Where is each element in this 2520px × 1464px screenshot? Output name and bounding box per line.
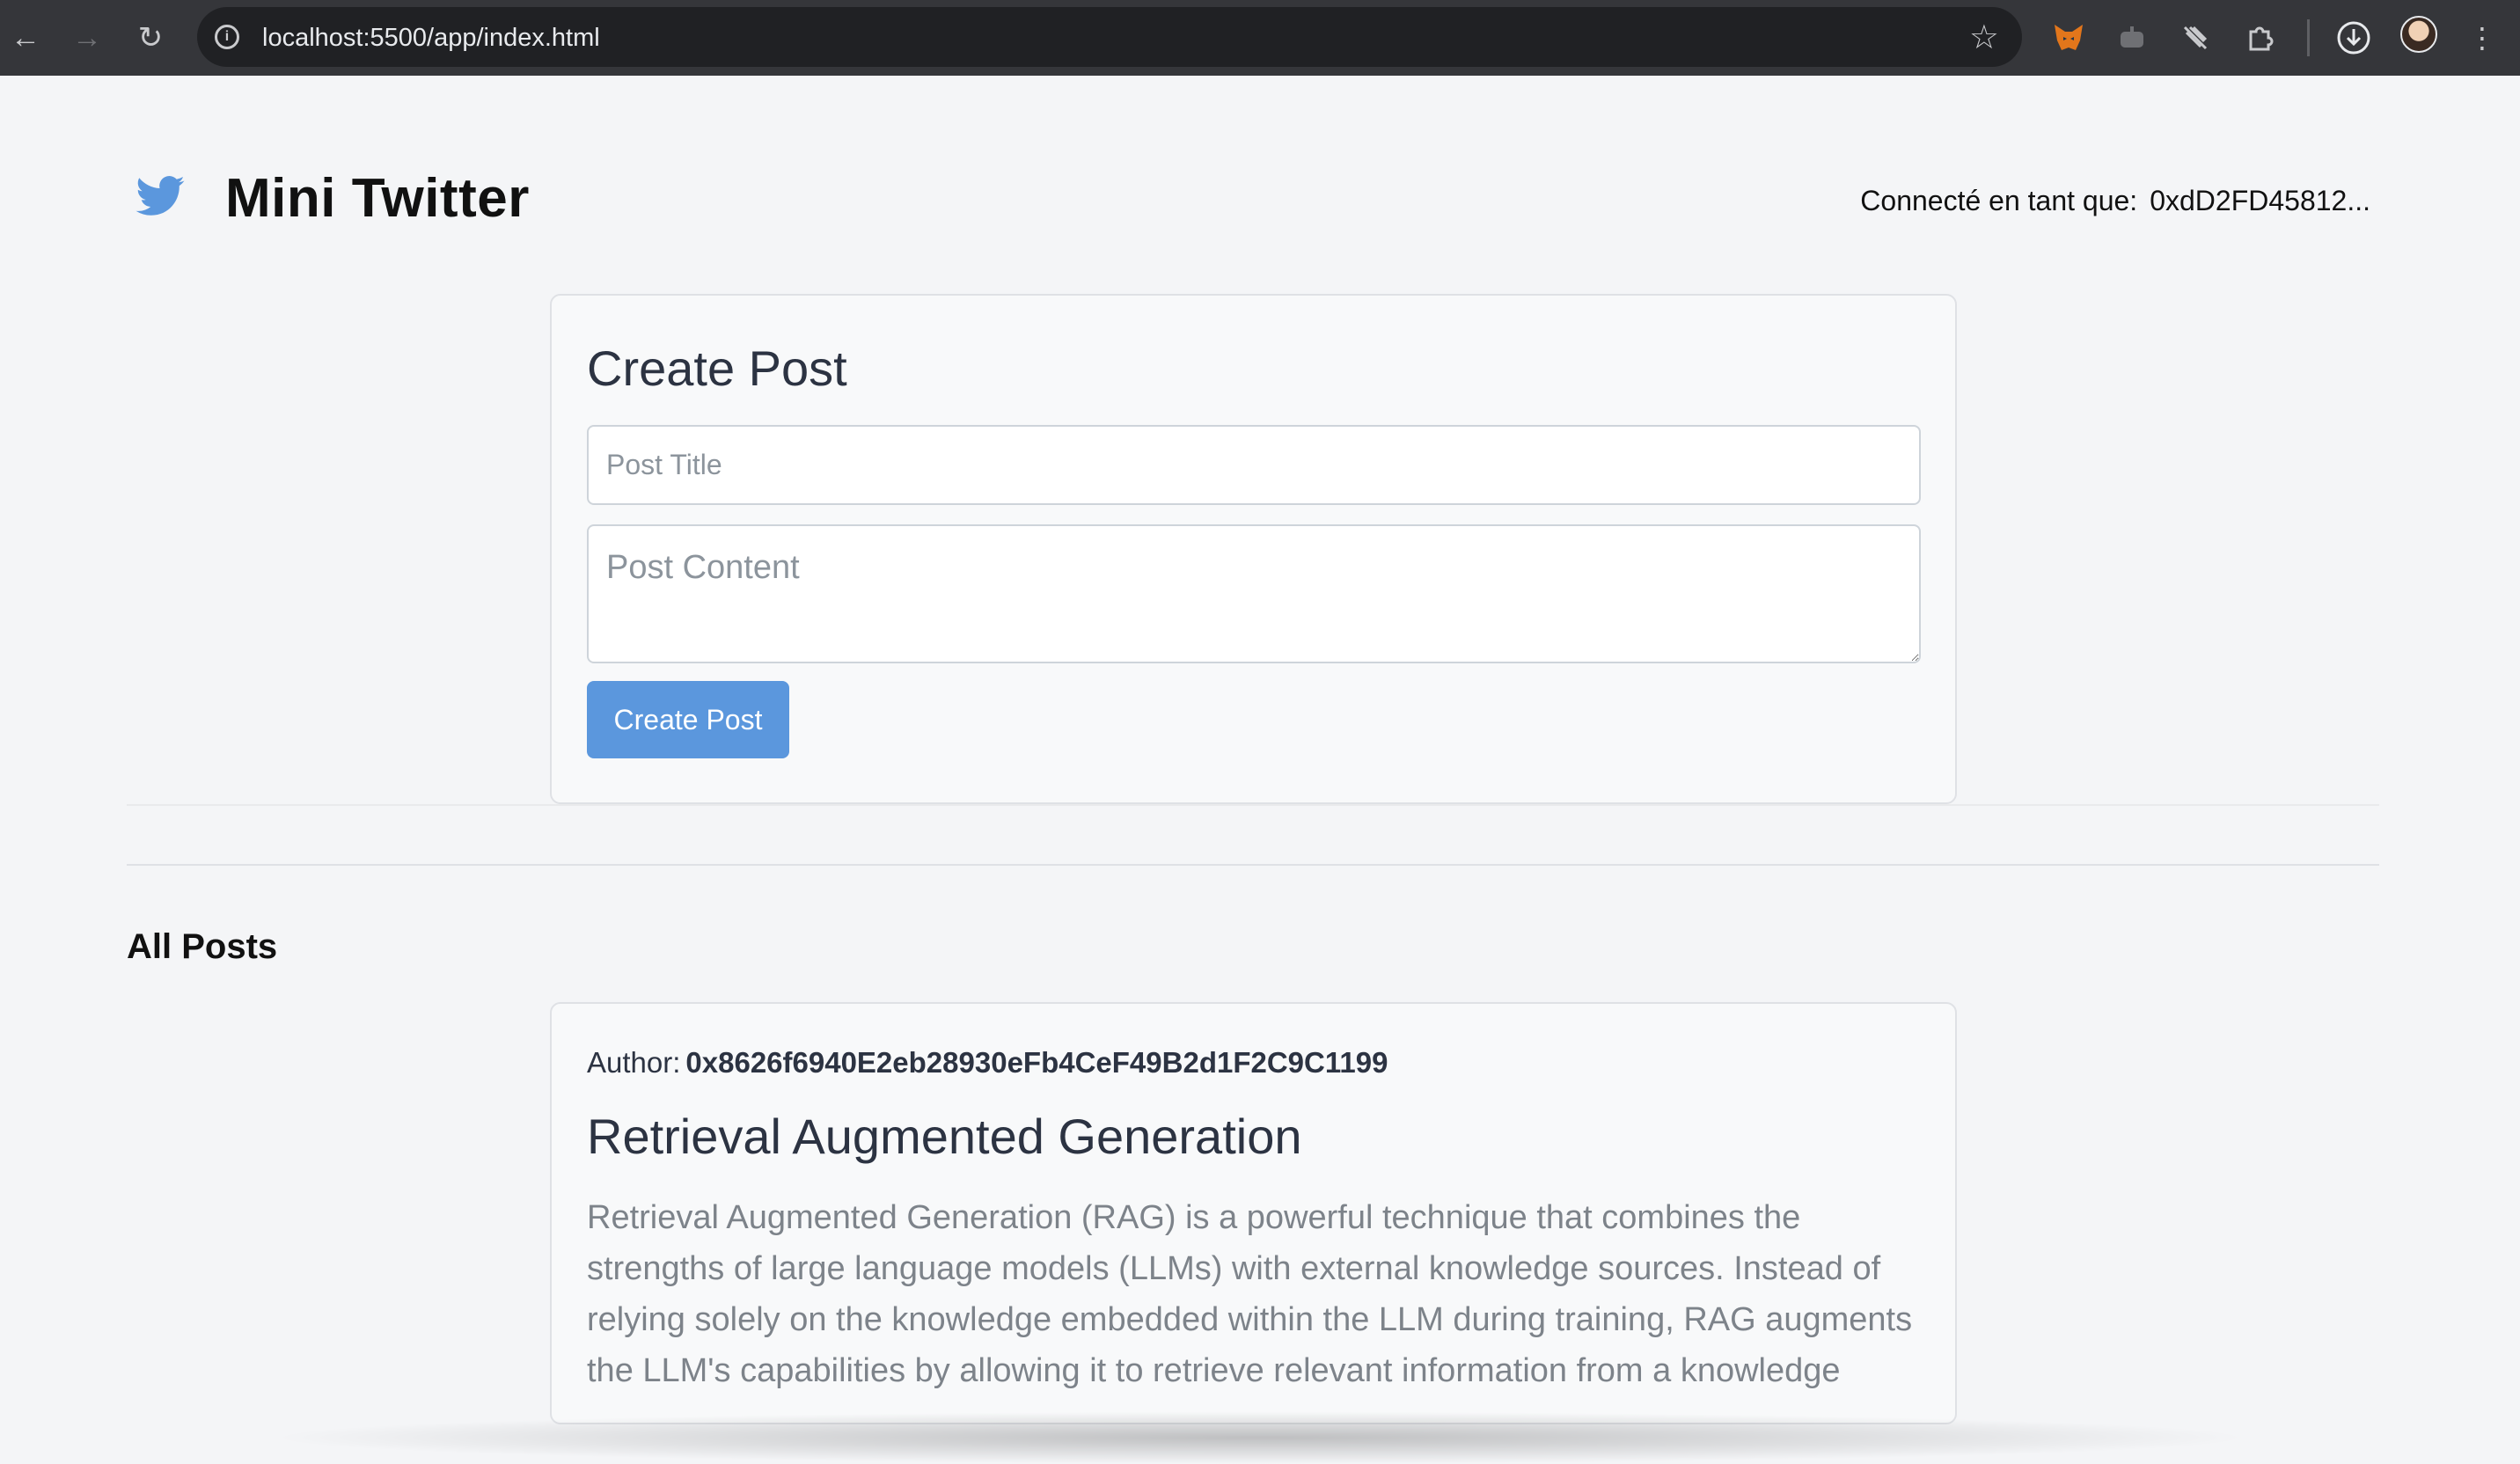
post-card: Author: 0x8626f6940E2eb28930eFb4CeF49B2d1… bbox=[550, 1002, 1957, 1424]
post-body: Retrieval Augmented Generation (RAG) is … bbox=[587, 1199, 1913, 1389]
connected-account: Connecté en tant que: 0xdD2FD45812... bbox=[1860, 185, 2370, 217]
metamask-fox-icon[interactable] bbox=[2047, 16, 2091, 60]
divider bbox=[127, 804, 2379, 806]
bookmark-star-icon[interactable]: ☆ bbox=[1969, 18, 1999, 57]
extension-bolt-icon[interactable] bbox=[2173, 16, 2217, 60]
post-author: Author: 0x8626f6940E2eb28930eFb4CeF49B2d1… bbox=[587, 1046, 1388, 1080]
app-title: Mini Twitter bbox=[225, 168, 530, 229]
extensions-puzzle-icon[interactable] bbox=[2238, 16, 2282, 60]
toolbar-divider bbox=[2307, 19, 2310, 56]
post-author-label: Author: bbox=[587, 1046, 681, 1079]
forward-arrow-icon[interactable]: → bbox=[65, 16, 109, 60]
post-title: Retrieval Augmented Generation bbox=[587, 1109, 1302, 1164]
connected-address: 0xdD2FD45812... bbox=[2150, 185, 2370, 216]
extension-robot-icon[interactable] bbox=[2110, 16, 2154, 60]
create-post-heading: Create Post bbox=[587, 340, 847, 396]
create-post-button[interactable]: Create Post bbox=[587, 681, 789, 758]
post-content-textarea[interactable] bbox=[587, 524, 1921, 663]
profile-avatar[interactable] bbox=[2400, 16, 2437, 53]
connected-label: Connecté en tant que: bbox=[1860, 185, 2138, 216]
reload-icon[interactable]: ↻ bbox=[128, 16, 172, 60]
site-info-icon[interactable]: i bbox=[215, 25, 239, 49]
create-post-card: Create Post Create Post bbox=[550, 294, 1957, 804]
divider bbox=[127, 864, 2379, 866]
app-header: Mini Twitter Connecté en tant que: 0xdD2F… bbox=[127, 160, 2370, 231]
browser-toolbar: ← → ↻ i localhost:5500/app/index.html ☆ … bbox=[0, 0, 2520, 76]
twitter-bird-icon bbox=[136, 176, 185, 216]
url-text[interactable]: localhost:5500/app/index.html bbox=[262, 23, 600, 53]
menu-kebab-icon[interactable]: ⋮ bbox=[2460, 16, 2504, 60]
all-posts-heading: All Posts bbox=[127, 927, 278, 966]
window-edge-shadow bbox=[264, 1411, 2256, 1464]
post-title-input[interactable] bbox=[587, 425, 1921, 505]
address-bar[interactable]: i localhost:5500/app/index.html ☆ bbox=[197, 7, 2022, 67]
back-arrow-icon[interactable]: ← bbox=[4, 16, 48, 60]
page-content: Mini Twitter Connecté en tant que: 0xdD2F… bbox=[0, 76, 2520, 1464]
download-icon[interactable] bbox=[2332, 16, 2376, 60]
post-author-address: 0x8626f6940E2eb28930eFb4CeF49B2d1F2C9C11… bbox=[685, 1046, 1388, 1079]
